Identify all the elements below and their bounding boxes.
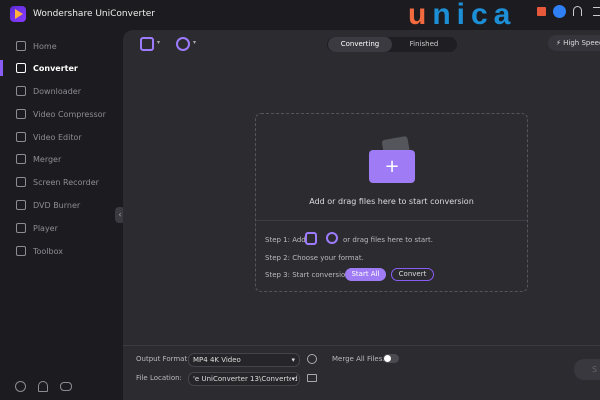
output-format-value: MP4 4K Video	[193, 356, 241, 364]
sidebar-item-label: Video Editor	[33, 132, 82, 142]
step-1-label: Step 1: Add	[265, 236, 306, 244]
add-from-device-button[interactable]	[176, 37, 190, 51]
download-icon	[16, 86, 26, 96]
merge-all-files-label: Merge All Files:	[332, 355, 385, 363]
file-location-select[interactable]: 'e UniConverter 13\Converted ▾	[188, 372, 300, 386]
file-location-label: File Location:	[136, 374, 182, 382]
sidebar-item-label: Home	[33, 41, 57, 51]
add-folder-icon[interactable]: +	[369, 150, 415, 183]
sidebar-item-label: Screen Recorder	[33, 177, 99, 187]
sidebar-item-label: Merger	[33, 154, 62, 164]
sidebar-item-label: Video Compressor	[33, 109, 106, 119]
start-all-button[interactable]: Start All	[345, 268, 386, 281]
lightning-icon: ⚡	[556, 39, 561, 47]
sidebar-item-label: Toolbox	[33, 246, 63, 256]
sidebar-item-video-editor[interactable]: Video Editor	[0, 127, 122, 147]
sidebar: Home Converter Downloader Video Compress…	[0, 30, 122, 400]
compress-icon	[16, 109, 26, 119]
output-format-select[interactable]: MP4 4K Video ▾	[188, 353, 300, 367]
sidebar-item-downloader[interactable]: Downloader	[0, 81, 122, 101]
menu-icon[interactable]	[593, 7, 600, 16]
sidebar-item-screen-recorder[interactable]: Screen Recorder	[0, 172, 122, 192]
tab-converting[interactable]: Converting	[328, 37, 392, 52]
sidebar-item-label: Player	[33, 223, 58, 233]
status-tabs: Converting Finished	[327, 37, 457, 52]
start-label: S	[592, 365, 598, 374]
grid-icon	[16, 246, 26, 256]
app-logo	[10, 6, 26, 22]
chevron-down-icon: ▾	[291, 356, 295, 364]
add-device-icon[interactable]	[326, 232, 338, 244]
sidebar-item-merger[interactable]: Merger	[0, 149, 122, 169]
help-icon[interactable]	[15, 381, 26, 392]
sidebar-item-label: DVD Burner	[33, 200, 81, 210]
step-1-suffix: or drag files here to start.	[343, 236, 433, 244]
sidebar-item-video-compressor[interactable]: Video Compressor	[0, 104, 122, 124]
dvd-icon	[16, 200, 26, 210]
sidebar-item-home[interactable]: Home	[0, 36, 122, 56]
chevron-down-icon[interactable]: ▾	[157, 39, 160, 46]
merge-icon	[16, 154, 26, 164]
play-icon	[16, 223, 26, 233]
tab-finished[interactable]: Finished	[392, 37, 456, 52]
drop-message: Add or drag files here to start conversi…	[309, 197, 474, 206]
merge-toggle[interactable]	[383, 354, 399, 363]
chevron-down-icon[interactable]: ▾	[193, 39, 196, 46]
sidebar-item-dvd-burner[interactable]: DVD Burner	[0, 195, 122, 215]
support-icon[interactable]	[573, 6, 582, 16]
start-all-bottom-button[interactable]: S	[574, 359, 600, 380]
output-format-label: Output Format:	[136, 355, 190, 363]
convert-button[interactable]: Convert	[391, 268, 434, 281]
step-3-label: Step 3: Start conversion.	[265, 271, 352, 279]
divider	[256, 220, 527, 221]
file-location-value: 'e UniConverter 13\Converted	[193, 375, 298, 383]
gift-icon[interactable]	[537, 7, 546, 16]
step-2-label: Step 2: Choose your format.	[265, 254, 364, 262]
folder-icon[interactable]	[307, 374, 317, 382]
sidebar-item-toolbox[interactable]: Toolbox	[0, 241, 122, 261]
high-speed-button[interactable]: ⚡ High Speed	[548, 35, 600, 51]
feedback-icon[interactable]	[60, 382, 72, 391]
notification-icon[interactable]	[38, 381, 48, 392]
sidebar-item-label: Downloader	[33, 86, 81, 96]
converter-icon	[16, 63, 26, 73]
unica-watermark: unica	[408, 0, 517, 31]
sidebar-item-converter[interactable]: Converter	[0, 58, 122, 78]
format-settings-icon[interactable]	[307, 354, 317, 364]
home-icon	[16, 41, 26, 51]
high-speed-label: High Speed	[563, 39, 600, 47]
sidebar-item-player[interactable]: Player	[0, 218, 122, 238]
sidebar-item-label: Converter	[33, 63, 78, 73]
app-title: Wondershare UniConverter	[33, 9, 155, 19]
scissors-icon	[16, 132, 26, 142]
account-icon[interactable]	[553, 5, 566, 18]
record-icon	[16, 177, 26, 187]
add-file-button[interactable]	[140, 37, 154, 51]
chevron-down-icon: ▾	[291, 373, 295, 385]
add-file-icon[interactable]	[305, 232, 317, 245]
